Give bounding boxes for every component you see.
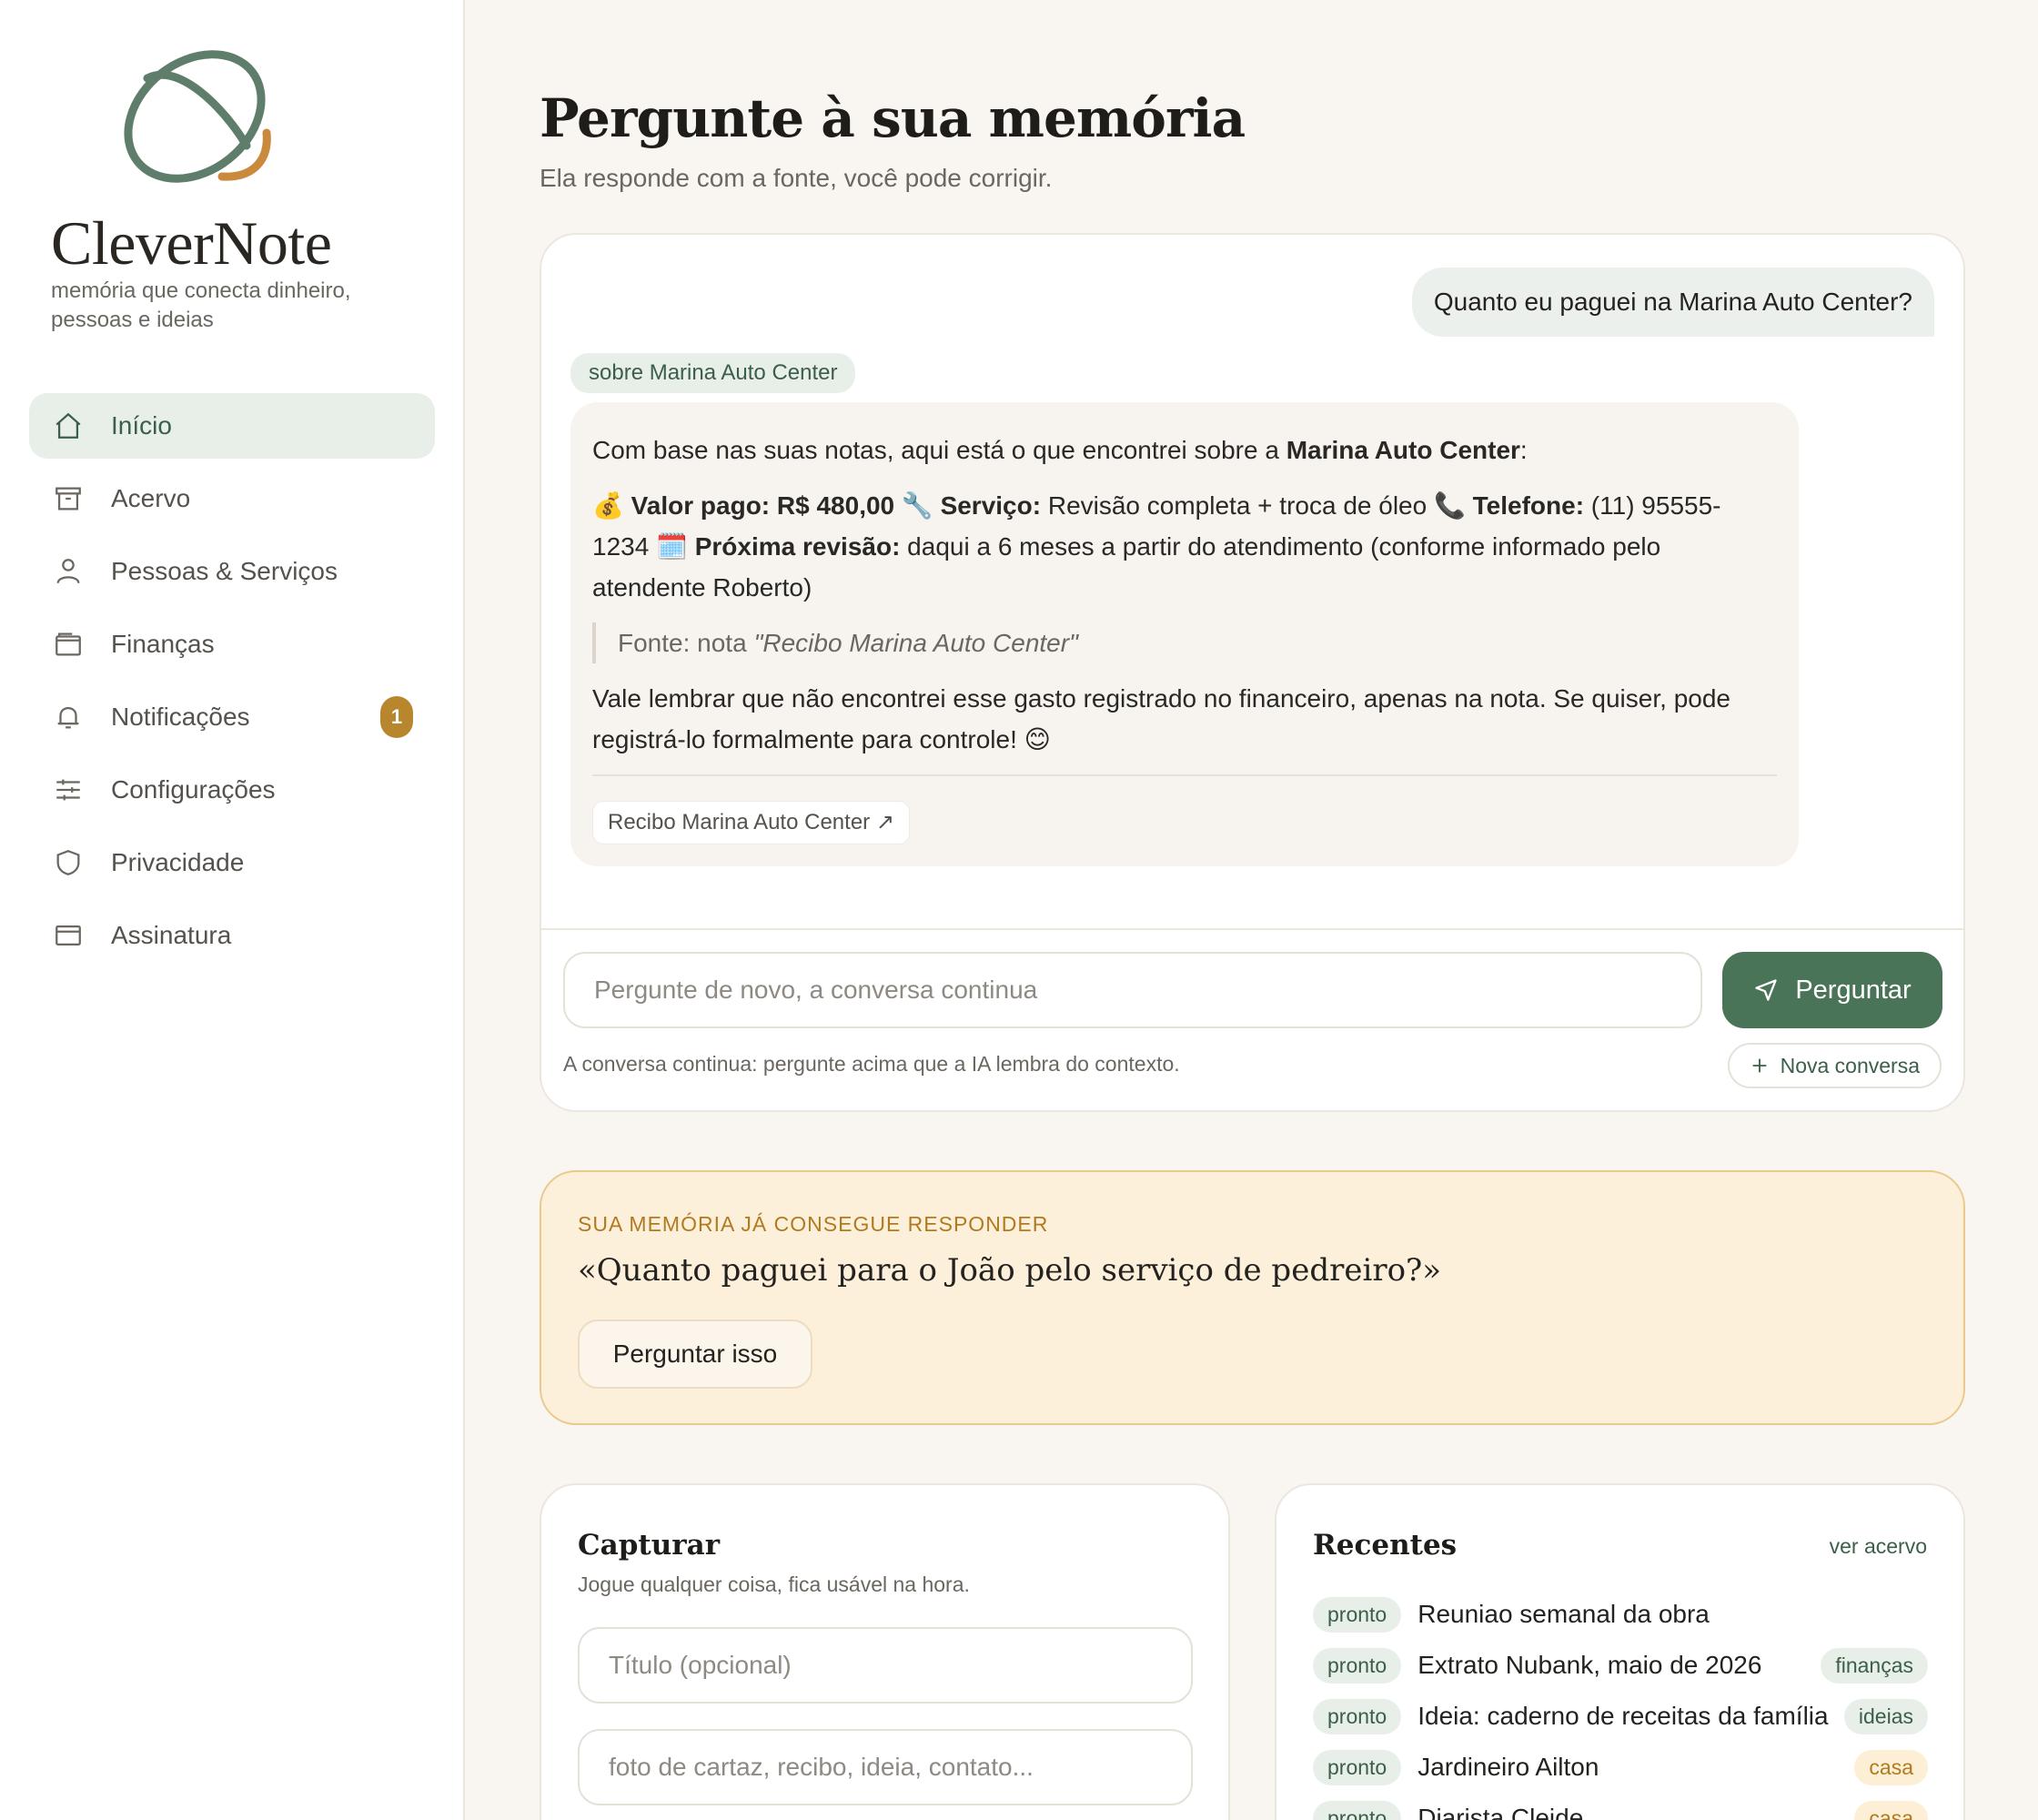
nav-item-configuracoes[interactable]: Configurações <box>29 757 435 823</box>
list-item[interactable]: pronto Extrato Nubank, maio de 2026 fina… <box>1313 1640 1928 1691</box>
nav-item-financas[interactable]: Finanças <box>29 612 435 677</box>
suggestion-card: SUA MEMÓRIA JÁ CONSEGUE RESPONDER «Quant… <box>540 1170 1965 1425</box>
list-item[interactable]: pronto Ideia: caderno de receitas da fam… <box>1313 1691 1928 1742</box>
nav-item-pessoas[interactable]: Pessoas & Serviços <box>29 539 435 604</box>
nav-item-inicio[interactable]: Início <box>29 393 435 459</box>
person-icon <box>53 556 84 587</box>
ask-suggestion-button[interactable]: Perguntar isso <box>578 1320 812 1389</box>
suggestion-eyebrow: SUA MEMÓRIA JÁ CONSEGUE RESPONDER <box>578 1212 1049 1236</box>
nav-label: Assinatura <box>111 921 232 949</box>
card-icon <box>53 920 84 951</box>
page-subtitle: Ela responde com a fonte, você pode corr… <box>540 164 1053 192</box>
shield-icon <box>53 847 84 878</box>
answer-details: 💰 Valor pago: R$ 480,00 🔧 Serviço: Revis… <box>592 491 1721 602</box>
capture-subtitle: Jogue qualquer coisa, fica usável na hor… <box>578 1572 970 1596</box>
status-badge: pronto <box>1313 1800 1402 1820</box>
ask-input[interactable] <box>563 952 1702 1028</box>
item-title: Extrato Nubank, maio de 2026 <box>1418 1651 1762 1679</box>
capture-title-input[interactable] <box>578 1627 1193 1704</box>
home-icon <box>53 410 84 441</box>
bell-icon <box>53 702 84 733</box>
nav-label: Configurações <box>111 775 276 804</box>
clevernote-logo-icon <box>124 50 271 183</box>
chat-card: Quanto eu paguei na Marina Auto Center? … <box>540 233 1965 1112</box>
source-note-link[interactable]: Recibo Marina Auto Center ↗ <box>592 801 910 844</box>
archive-icon <box>53 483 84 514</box>
suggestion-question: «Quanto paguei para o João pelo serviço … <box>578 1252 1442 1289</box>
status-badge: pronto <box>1313 1596 1402 1633</box>
notification-count-badge: 1 <box>380 696 413 738</box>
chat-divider <box>541 928 1963 930</box>
nav-label: Acervo <box>111 484 191 512</box>
answer-divider <box>592 774 1777 776</box>
recent-list: pronto Reuniao semanal da obra pronto Ex… <box>1313 1589 1928 1820</box>
sliders-icon <box>53 774 84 805</box>
nav-item-assinatura[interactable]: Assinatura <box>29 903 435 968</box>
item-title: Jardineiro Ailton <box>1418 1753 1599 1781</box>
nav-label: Finanças <box>111 630 215 658</box>
main-nav: Início Acervo Pessoas & Serviços Finança… <box>29 393 435 976</box>
tag-badge: casa <box>1854 1800 1928 1820</box>
nav-label: Início <box>111 411 172 440</box>
list-item[interactable]: pronto Jardineiro Ailton casa <box>1313 1742 1928 1793</box>
see-archive-link[interactable]: ver acervo <box>1830 1534 1927 1559</box>
sidebar: CleverNote memória que conecta dinheiro,… <box>0 0 465 1820</box>
calendar-icon: 🗓️ <box>656 532 688 561</box>
answer-closing: Vale lembrar que não encontrei esse gast… <box>592 684 1730 753</box>
nav-item-notificacoes[interactable]: Notificações 1 <box>29 684 435 750</box>
wallet-icon <box>53 629 84 660</box>
list-item[interactable]: pronto Diarista Cleide casa <box>1313 1793 1928 1820</box>
capture-card: Capturar Jogue qualquer coisa, fica usáv… <box>540 1483 1230 1820</box>
item-title: Reuniao semanal da obra <box>1418 1600 1710 1628</box>
recent-title: Recentes <box>1313 1529 1458 1562</box>
conversation-hint: A conversa continua: pergunte acima que … <box>563 1052 1180 1076</box>
item-title: Ideia: caderno de receitas da família <box>1418 1702 1829 1730</box>
plus-icon <box>1752 1058 1766 1073</box>
user-message: Quanto eu paguei na Marina Auto Center? <box>1411 268 1934 337</box>
list-item[interactable]: pronto Reuniao semanal da obra <box>1313 1589 1928 1640</box>
status-badge: pronto <box>1313 1749 1402 1785</box>
nav-label: Pessoas & Serviços <box>111 557 338 585</box>
nav-label: Privacidade <box>111 848 245 876</box>
wrench-icon: 🔧 <box>901 491 933 520</box>
capture-content-input[interactable] <box>578 1729 1193 1805</box>
nav-item-privacidade[interactable]: Privacidade <box>29 830 435 895</box>
assistant-answer: Com base nas suas notas, aqui está o que… <box>570 402 1799 866</box>
nav-label: Notificações <box>111 703 250 731</box>
brand-tagline: memória que conecta dinheiro, pessoas e … <box>51 278 351 332</box>
capture-title: Capturar <box>578 1529 721 1562</box>
phone-icon: 📞 <box>1433 491 1466 520</box>
answer-intro: Com base nas suas notas, aqui está o que… <box>592 436 1528 464</box>
tag-badge: finanças <box>1821 1647 1928 1684</box>
nav-item-acervo[interactable]: Acervo <box>29 466 435 531</box>
answer-source-quote: Fonte: nota "Recibo Marina Auto Center" <box>592 622 1777 663</box>
status-badge: pronto <box>1313 1647 1402 1684</box>
money-bag-icon: 💰 <box>592 491 624 520</box>
page-title: Pergunte à sua memória <box>540 87 1246 149</box>
ask-button[interactable]: Perguntar <box>1722 952 1942 1028</box>
send-icon <box>1755 979 1777 1001</box>
tag-badge: ideias <box>1843 1698 1928 1734</box>
item-title: Diarista Cleide <box>1418 1804 1584 1820</box>
tag-badge: casa <box>1854 1749 1928 1785</box>
topic-chip: sobre Marina Auto Center <box>570 353 856 393</box>
recent-card: Recentes ver acervo pronto Reuniao seman… <box>1275 1483 1965 1820</box>
status-badge: pronto <box>1313 1698 1402 1734</box>
brand-name: CleverNote <box>51 208 332 278</box>
new-conversation-button[interactable]: Nova conversa <box>1727 1043 1942 1088</box>
